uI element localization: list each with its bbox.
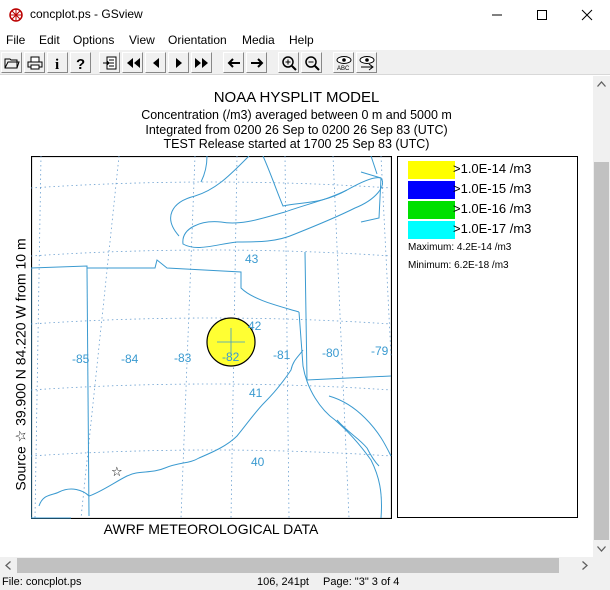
maximize-icon (537, 10, 547, 20)
legend-swatch (408, 181, 455, 199)
lat-label: 42 (248, 319, 262, 333)
forward-icon (250, 57, 263, 68)
prev-page-button[interactable] (145, 52, 166, 73)
concentration-map: -85 -84 -83 -82 -81 -80 -79 43 42 41 40 … (31, 156, 392, 519)
info-button[interactable]: i (47, 52, 68, 73)
help-icon: ? (76, 56, 85, 71)
status-page: Page: "3" 3 of 4 (323, 576, 400, 588)
zoom-in-icon (281, 55, 297, 71)
menu-help[interactable]: Help (289, 33, 314, 47)
svg-text:ABC: ABC (337, 66, 350, 71)
legend-panel: >1.0E-14 /m3 >1.0E-15 /m3 >1.0E-16 /m3 >… (397, 156, 578, 518)
info-icon: i (55, 57, 59, 71)
lon-label: -85 (72, 352, 90, 366)
minimize-button[interactable] (474, 0, 520, 30)
lat-label: 40 (251, 455, 265, 469)
open-button[interactable] (1, 52, 22, 73)
title-bar: concplot.ps - GSview (0, 0, 610, 30)
menu-edit[interactable]: Edit (39, 33, 60, 47)
menu-bar: File Edit Options View Orientation Media… (0, 30, 610, 50)
search-next-icon (359, 55, 374, 70)
lat-label: 43 (245, 252, 259, 266)
source-star-icon: ☆ (111, 465, 123, 480)
text-search-button[interactable]: ABC (333, 52, 354, 73)
help-button[interactable]: ? (70, 52, 91, 73)
legend-swatch (408, 221, 455, 239)
first-page-icon (126, 57, 140, 68)
plot-subtitle-1: Concentration (/m3) averaged between 0 m… (141, 108, 452, 122)
last-page-icon (194, 57, 208, 68)
legend-swatch (408, 201, 455, 219)
zoom-in-button[interactable] (278, 52, 299, 73)
lon-label: -83 (174, 351, 192, 365)
horizontal-scroll-thumb[interactable] (17, 558, 559, 573)
legend-label: >1.0E-16 /m3 (453, 201, 532, 216)
maximize-button[interactable] (519, 0, 565, 30)
goto-page-button[interactable] (99, 52, 120, 73)
minimize-icon (492, 14, 502, 16)
menu-file[interactable]: File (6, 33, 25, 47)
first-page-button[interactable] (122, 52, 143, 73)
print-icon (27, 56, 42, 69)
plot-title: NOAA HYSPLIT MODEL (213, 89, 380, 106)
lon-label: -80 (322, 346, 340, 360)
open-icon (4, 58, 20, 68)
menu-options[interactable]: Options (73, 33, 114, 47)
legend-label: >1.0E-15 /m3 (453, 181, 532, 196)
scroll-left-icon[interactable] (5, 561, 11, 570)
toolbar: i ? ABC (0, 50, 610, 75)
horizontal-scrollbar[interactable] (0, 557, 593, 574)
prev-page-icon (152, 57, 159, 68)
scroll-down-icon[interactable] (597, 546, 606, 552)
legend-label: >1.0E-17 /m3 (453, 221, 532, 236)
svg-text:?: ? (76, 56, 85, 71)
legend-minimum: Minimum: 6.2E-18 /m3 (408, 260, 509, 271)
lon-label: -79 (371, 344, 389, 358)
legend-maximum: Maximum: 4.2E-14 /m3 (408, 242, 512, 253)
source-location-label: Source ☆ 39.900 N 84.220 W from 10 m (12, 238, 29, 491)
last-page-button[interactable] (191, 52, 212, 73)
vertical-scroll-thumb[interactable] (594, 162, 609, 540)
plot-footer: AWRF METEOROLOGICAL DATA (103, 521, 319, 537)
plot-subtitle-3: TEST Release started at 1700 25 Sep 83 (… (163, 137, 430, 151)
legend-swatch (408, 161, 455, 179)
lon-label: -84 (121, 352, 139, 366)
menu-orientation[interactable]: Orientation (168, 33, 227, 47)
back-button[interactable] (223, 52, 244, 73)
lon-label: -82 (222, 350, 240, 364)
gsview-icon[interactable] (8, 7, 24, 23)
document-viewport[interactable]: NOAA HYSPLIT MODEL Concentration (/m3) a… (0, 76, 593, 557)
close-button[interactable] (564, 0, 610, 30)
scrollbar-corner (593, 557, 610, 574)
vertical-scrollbar[interactable] (593, 76, 610, 557)
next-page-icon (175, 57, 182, 68)
zoom-out-icon (304, 55, 320, 71)
svg-text:i: i (55, 57, 59, 71)
status-file: File: concplot.ps (2, 576, 82, 588)
back-icon (227, 57, 240, 68)
legend-label: >1.0E-14 /m3 (453, 161, 532, 176)
status-coords: 106, 241pt (257, 576, 309, 588)
text-search-icon: ABC (336, 55, 351, 71)
print-button[interactable] (24, 52, 45, 73)
lon-label: -81 (273, 348, 291, 362)
zoom-out-button[interactable] (301, 52, 322, 73)
status-bar: File: concplot.ps 106, 241pt Page: "3" 3… (0, 574, 610, 590)
search-next-button[interactable] (356, 52, 377, 73)
menu-view[interactable]: View (129, 33, 155, 47)
goto-page-icon (102, 56, 116, 69)
menu-media[interactable]: Media (242, 33, 275, 47)
forward-button[interactable] (246, 52, 267, 73)
lat-label: 41 (249, 386, 263, 400)
close-icon (581, 9, 593, 21)
scroll-right-icon[interactable] (582, 561, 588, 570)
next-page-button[interactable] (168, 52, 189, 73)
scroll-up-icon[interactable] (597, 81, 606, 87)
window-title: concplot.ps - GSview (30, 7, 143, 21)
plot-subtitle-2: Integrated from 0200 26 Sep to 0200 26 S… (145, 123, 448, 137)
